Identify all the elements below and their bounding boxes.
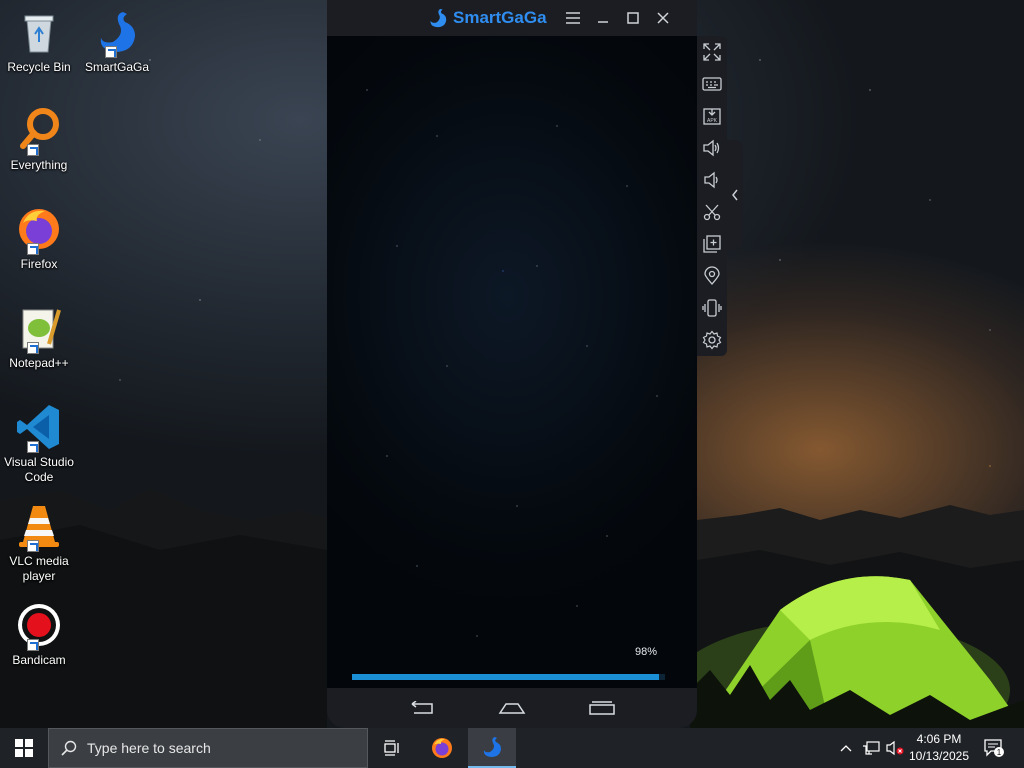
everything-search-icon (20, 108, 59, 149)
desktop-icon-label: Visual Studio Code (4, 455, 74, 484)
desktop-icon-label: SmartGaGa (84, 60, 150, 74)
volume-down-icon (704, 171, 718, 189)
firefox-icon (19, 209, 59, 249)
toolbar-collapse-tab[interactable] (727, 140, 743, 250)
desktop-icon-everything[interactable]: Everything (2, 106, 76, 173)
install-apk-button[interactable]: APK (700, 104, 724, 128)
minimize-icon (598, 21, 608, 23)
emulator-title: SmartGaGa (453, 8, 547, 27)
close-button[interactable] (653, 8, 673, 28)
desktop-icon-bandicam[interactable]: Bandicam (2, 601, 76, 668)
task-view-icon (384, 740, 399, 756)
vlc-icon (19, 506, 59, 547)
hamburger-menu-icon (566, 12, 580, 24)
notification-count: 1 (997, 748, 1002, 757)
loading-progress-bar (352, 674, 665, 680)
menu-button[interactable] (563, 8, 583, 28)
maximize-icon (627, 12, 639, 24)
maximize-button[interactable] (623, 8, 643, 28)
volume-button[interactable] (884, 728, 906, 768)
windows-logo-icon (15, 739, 33, 757)
screenshot-button[interactable] (700, 200, 724, 224)
close-icon (657, 12, 669, 24)
taskbar-firefox-button[interactable] (418, 728, 466, 768)
bandicam-icon (18, 604, 60, 646)
emulator-screen[interactable]: 98% (327, 36, 697, 688)
wallpaper-tent (690, 576, 1024, 728)
loading-progress-fill (352, 674, 659, 680)
multi-instance-icon (703, 235, 721, 253)
network-status-button[interactable] (860, 728, 882, 768)
search-placeholder: Type here to search (87, 740, 211, 756)
keyboard-button[interactable] (700, 72, 724, 96)
clock-time: 4:06 PM (916, 732, 962, 746)
nav-home-button[interactable] (497, 698, 527, 718)
emulator-brand: SmartGaGa (427, 7, 547, 29)
desktop-icon-label: Recycle Bin (7, 60, 71, 74)
minimize-button[interactable] (593, 8, 613, 28)
search-icon (61, 740, 77, 756)
taskbar-smartgaga-button[interactable] (468, 728, 516, 768)
task-view-button[interactable] (368, 728, 416, 768)
desktop-icon-recycle-bin[interactable]: Recycle Bin (2, 8, 76, 75)
show-hidden-icons-button[interactable] (836, 728, 856, 768)
chevron-up-icon (840, 745, 852, 752)
emulator-window: SmartGaGa 98% (327, 0, 697, 728)
taskbar-clock[interactable]: 4:06 PM 10/13/2025 (904, 731, 974, 765)
android-nav-bar (327, 688, 697, 728)
desktop-icon-smartgaga[interactable]: SmartGaGa (80, 8, 154, 75)
firefox-icon (432, 738, 452, 758)
chevron-left-icon (732, 189, 738, 201)
desktop-icon-label: Everything (10, 158, 68, 172)
volume-up-button[interactable] (700, 136, 724, 160)
recents-icon (589, 701, 615, 715)
settings-button[interactable] (700, 328, 724, 352)
network-icon (863, 741, 880, 755)
desktop-icon-label: Firefox (20, 257, 58, 271)
screenshot-scissors-icon (703, 204, 721, 221)
volume-down-button[interactable] (700, 168, 724, 192)
fullscreen-icon (703, 43, 721, 61)
desktop-icon-label: VLC media player (9, 554, 69, 583)
action-center-button[interactable]: 1 (980, 728, 1008, 768)
smartgaga-icon (483, 737, 501, 757)
vscode-icon (17, 405, 59, 449)
desktop-icon-firefox[interactable]: Firefox (2, 205, 76, 272)
desktop-icon-label: Bandicam (12, 653, 66, 667)
install-apk-icon: APK (703, 108, 721, 125)
location-icon (704, 266, 720, 285)
nav-back-button[interactable] (407, 698, 437, 718)
taskbar: Type here to search 4:06 PM 10/13/2025 1 (0, 728, 1024, 768)
boot-splash-background (327, 36, 697, 688)
desktop-icon-label: Notepad++ (9, 356, 69, 370)
nav-recents-button[interactable] (587, 698, 617, 718)
settings-icon (702, 330, 722, 350)
notification-icon: 1 (984, 739, 1004, 757)
smartgaga-logo-icon (430, 8, 447, 28)
notepadpp-icon (22, 309, 61, 349)
back-icon (411, 701, 433, 714)
svg-text:APK: APK (707, 118, 718, 124)
volume-up-icon (703, 139, 720, 157)
clock-date: 10/13/2025 (908, 749, 970, 763)
recycle-bin-icon (24, 15, 54, 53)
desktop-icon-vlc[interactable]: VLC media player (2, 502, 76, 584)
shake-button[interactable] (700, 296, 724, 320)
emulator-side-toolbar: APK (697, 36, 727, 356)
smartgaga-icon (100, 12, 135, 52)
desktop-icon-vscode[interactable]: Visual Studio Code (2, 403, 76, 485)
start-button[interactable] (0, 728, 48, 768)
loading-percent: 98% (634, 646, 657, 658)
keyboard-icon (702, 77, 722, 91)
fullscreen-button[interactable] (700, 40, 724, 64)
taskbar-search-box[interactable]: Type here to search (48, 728, 368, 768)
shake-icon (702, 299, 722, 317)
home-icon (498, 703, 526, 714)
location-button[interactable] (700, 264, 724, 288)
multi-instance-button[interactable] (700, 232, 724, 256)
volume-muted-icon (886, 740, 904, 756)
emulator-title-bar[interactable]: SmartGaGa (327, 0, 697, 36)
desktop-icon-notepadpp[interactable]: Notepad++ (2, 304, 76, 371)
